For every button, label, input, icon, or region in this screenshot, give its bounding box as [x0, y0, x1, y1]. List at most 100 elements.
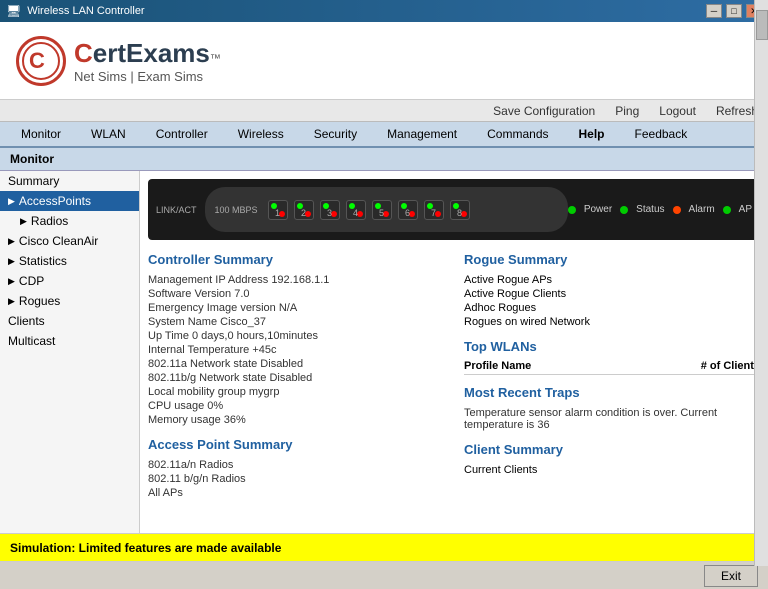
rogues-wired-label: Rogues on wired Network — [464, 316, 590, 328]
sidebar-label-summary: Summary — [8, 174, 59, 188]
ap-led — [723, 206, 731, 214]
ap-all-row: All APs — [148, 486, 444, 500]
bottom-simulation-bar: Simulation: Limited features are made av… — [0, 533, 768, 561]
client-summary-title: Client Summary — [464, 442, 760, 457]
right-col: Rogue Summary Active Rogue APs 0 Active … — [464, 248, 760, 500]
sidebar-label-cleanair: Cisco CleanAir — [19, 234, 98, 248]
controller-summary-title: Controller Summary — [148, 252, 444, 267]
section-header: Monitor — [0, 148, 768, 171]
uptime-row: Up Time 0 days,0 hours,10minutes — [148, 329, 444, 343]
scrollbar-track[interactable] — [754, 0, 768, 566]
nav-commands[interactable]: Commands — [472, 122, 563, 146]
ap-label: AP — [739, 204, 752, 215]
sidebar-item-cleanair[interactable]: ▶ Cisco CleanAir — [0, 231, 139, 251]
arrow-icon-cdp: ▶ — [8, 276, 15, 287]
sidebar-item-accesspoints[interactable]: ▶ AccessPoints — [0, 191, 139, 211]
adhoc-label: Adhoc Rogues — [464, 302, 536, 314]
ap-80211bgn-row: 802.11 b/g/n Radios — [148, 472, 444, 486]
nav-help[interactable]: Help — [564, 122, 620, 146]
temp-row: Internal Temperature +45c — [148, 343, 444, 357]
summary-two-col: Controller Summary Management IP Address… — [140, 248, 768, 500]
rogue-aps-label: Active Rogue APs — [464, 274, 552, 286]
main-panel: LINK/ACT 100 MBPS 1 2 3 4 — [140, 171, 768, 533]
logout-link[interactable]: Logout — [659, 104, 696, 118]
sidebar-label-multicast: Multicast — [8, 334, 55, 348]
adhoc-row: Adhoc Rogues 0 — [464, 301, 760, 315]
top-wlans-title: Top WLANs — [464, 339, 760, 354]
mobility-row: Local mobility group mygrp — [148, 385, 444, 399]
rogue-clients-label: Active Rogue Clients — [464, 288, 566, 300]
scrollbar-thumb[interactable] — [756, 10, 768, 40]
link-lact-label: LINK/ACT — [156, 205, 197, 215]
mgmt-ip-row: Management IP Address 192.168.1.1 — [148, 273, 444, 287]
ap-dot-6: 6 — [398, 200, 418, 220]
80211bg-row: 802.11b/g Network state Disabled — [148, 371, 444, 385]
simulation-message: Simulation: Limited features are made av… — [10, 541, 281, 555]
arrow-icon-statistics: ▶ — [8, 256, 15, 267]
system-name-row: System Name Cisco_37 — [148, 315, 444, 329]
ap-dot-8: 8 — [450, 200, 470, 220]
ap-summary-title: Access Point Summary — [148, 437, 444, 452]
logo-subtitle: Net Sims | Exam Sims — [74, 69, 221, 84]
ap-strip-bg: 100 MBPS 1 2 3 4 — [205, 187, 568, 232]
svg-text:C: C — [29, 48, 45, 73]
arrow-icon-ap: ▶ — [8, 196, 15, 207]
ap-dot-4: 4 — [346, 200, 366, 220]
nav-security[interactable]: Security — [299, 122, 372, 146]
rogues-wired-row: Rogues on wired Network 0 — [464, 315, 760, 329]
content-area: Summary ▶ AccessPoints ▶ Radios ▶ Cisco … — [0, 171, 768, 533]
rogue-aps-row: Active Rogue APs 0 — [464, 273, 760, 287]
sidebar-item-rogues[interactable]: ▶ Rogues — [0, 291, 139, 311]
power-label: Power — [584, 204, 612, 215]
top-wlans-col1: Profile Name — [464, 360, 701, 372]
minimize-button[interactable]: ─ — [706, 4, 722, 18]
trap-message: Temperature sensor alarm condition is ov… — [464, 406, 760, 432]
refresh-link[interactable]: Refresh — [716, 104, 758, 118]
current-clients-row: Current Clients 0 — [464, 463, 760, 477]
ap-legend: Power Status Alarm AP — [568, 204, 752, 215]
logo-icon: C — [16, 36, 66, 86]
sidebar-item-cdp[interactable]: ▶ CDP — [0, 271, 139, 291]
ap-dot-5: 5 — [372, 200, 392, 220]
sidebar-item-statistics[interactable]: ▶ Statistics — [0, 251, 139, 271]
nav-controller[interactable]: Controller — [141, 122, 223, 146]
sidebar-label-statistics: Statistics — [19, 254, 67, 268]
exit-button[interactable]: Exit — [704, 565, 758, 587]
top-nav-bar: Save Configuration Ping Logout Refresh — [0, 100, 768, 122]
power-led — [568, 206, 576, 214]
title-bar-text: Wireless LAN Controller — [27, 5, 144, 17]
memory-row: Memory usage 36% — [148, 413, 444, 427]
top-wlans-col2: # of Clients — [701, 360, 760, 372]
nav-wlan[interactable]: WLAN — [76, 122, 141, 146]
main-nav-bar: Monitor WLAN Controller Wireless Securit… — [0, 122, 768, 148]
ap-dot-7: 7 — [424, 200, 444, 220]
ap-dot-3: 3 — [320, 200, 340, 220]
left-col: Controller Summary Management IP Address… — [148, 248, 444, 500]
app-icon: 🖥 — [6, 4, 21, 18]
maximize-button[interactable]: □ — [726, 4, 742, 18]
arrow-icon-cleanair: ▶ — [8, 236, 15, 247]
sidebar: Summary ▶ AccessPoints ▶ Radios ▶ Cisco … — [0, 171, 140, 533]
rogue-summary-title: Rogue Summary — [464, 252, 760, 267]
sw-version-row: Software Version 7.0 — [148, 287, 444, 301]
nav-feedback[interactable]: Feedback — [620, 122, 703, 146]
sidebar-label-accesspoints: AccessPoints — [19, 194, 91, 208]
sidebar-item-radios[interactable]: ▶ Radios — [0, 211, 139, 231]
sidebar-item-clients[interactable]: Clients — [0, 311, 139, 331]
title-bar: 🖥 Wireless LAN Controller ─ □ ✕ — [0, 0, 768, 22]
nav-management[interactable]: Management — [372, 122, 472, 146]
nav-wireless[interactable]: Wireless — [223, 122, 299, 146]
speed-label: 100 MBPS — [215, 205, 258, 215]
logo-cert: C — [74, 38, 93, 69]
nav-monitor[interactable]: Monitor — [6, 122, 76, 146]
sidebar-label-rogues: Rogues — [19, 294, 60, 308]
ping-link[interactable]: Ping — [615, 104, 639, 118]
ap-strip: LINK/ACT 100 MBPS 1 2 3 4 — [148, 179, 760, 240]
sidebar-item-multicast[interactable]: Multicast — [0, 331, 139, 351]
sidebar-item-summary[interactable]: Summary — [0, 171, 139, 191]
logo-area: C C ertExams ™ Net Sims | Exam Sims — [0, 22, 768, 100]
save-config-link[interactable]: Save Configuration — [493, 104, 595, 118]
logo-trademark: ™ — [210, 53, 221, 65]
arrow-icon-radios: ▶ — [20, 216, 27, 227]
ap-dot-1: 1 — [268, 200, 288, 220]
